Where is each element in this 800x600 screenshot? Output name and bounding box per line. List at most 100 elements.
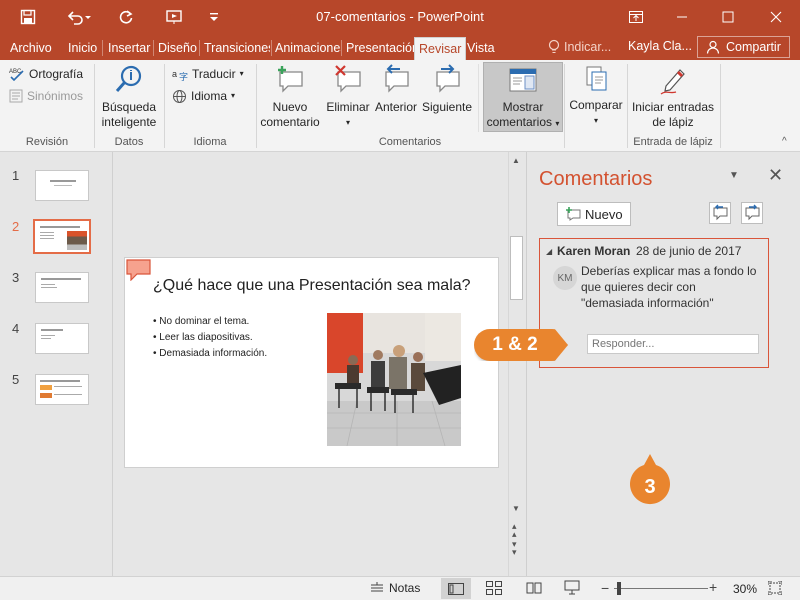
fit-to-window-icon	[767, 580, 783, 596]
zoom-slider-thumb[interactable]	[617, 582, 621, 595]
group-label-comments: Comentarios	[378, 136, 442, 148]
tab-view[interactable]: Vista	[463, 37, 499, 60]
tab-animations[interactable]: Animaciones	[271, 37, 341, 60]
next-comment-icon	[745, 204, 760, 221]
tab-slideshow[interactable]: Presentación	[342, 37, 414, 60]
fit-to-window-button[interactable]	[767, 580, 783, 598]
delete-dropdown-icon[interactable]: ▾	[324, 115, 372, 130]
thumbnail-number: 4	[12, 321, 20, 336]
svg-text:a: a	[172, 69, 177, 79]
tab-review[interactable]: Revisar	[414, 37, 467, 60]
slideshow-icon	[564, 580, 580, 595]
spelling-label: Ortografía	[29, 67, 84, 81]
slideshow-view-button[interactable]	[564, 580, 580, 599]
maximize-button[interactable]	[708, 0, 748, 34]
title-bar: 07-comentarios - PowerPoint	[0, 0, 800, 34]
slide-title[interactable]: ¿Qué hace que una Presentación sea mala?	[153, 277, 471, 295]
next-comment-icon	[436, 64, 460, 93]
collapse-thread-icon[interactable]: ◢	[546, 247, 552, 256]
smart-lookup-label-2: inteligente	[101, 115, 157, 129]
bullet-text: Demasiada información.	[159, 348, 268, 359]
previous-comment-label: Anterior	[374, 100, 418, 114]
reading-view-icon	[526, 582, 542, 594]
next-comment-label: Siguiente	[421, 100, 473, 114]
thumbnail-number: 3	[12, 270, 20, 285]
share-button[interactable]: Compartir	[697, 36, 790, 58]
thumbnail-number: 5	[12, 372, 20, 387]
pen-icon	[660, 69, 685, 95]
zoom-out-icon[interactable]: −	[601, 580, 609, 596]
user-name[interactable]: Kayla Cla...	[628, 39, 692, 53]
compare-dropdown-icon[interactable]: ▾	[566, 113, 626, 128]
translate-icon: a字	[172, 69, 188, 81]
tab-file[interactable]: Archivo	[6, 37, 56, 60]
comment-marker-icon[interactable]	[126, 259, 152, 281]
next-slide-icon[interactable]: ▾ ▾	[512, 540, 517, 557]
zoom-slider[interactable]	[614, 588, 708, 589]
pane-options-dropdown-icon[interactable]: ▼	[729, 170, 739, 181]
scroll-down-arrow-icon[interactable]: ▼	[512, 504, 520, 513]
globe-icon	[173, 89, 186, 103]
reading-view-button[interactable]	[526, 581, 542, 598]
ribbon-display-options-icon[interactable]	[616, 0, 656, 34]
next-comment-pane-button[interactable]	[741, 202, 763, 224]
comment-card[interactable]: ◢ Karen Moran 28 de junio de 2017 KM Deb…	[539, 238, 769, 368]
tell-me-label: Indicar...	[564, 40, 612, 54]
tab-design[interactable]: Diseño	[154, 37, 201, 60]
spelling-button[interactable]: ABC Ortografía	[9, 66, 83, 82]
slide-bullet: • Leer las diapositivas.	[153, 332, 253, 343]
delete-comment-button[interactable]: Eliminar ▾	[324, 64, 372, 130]
language-button[interactable]: Idioma ▾	[172, 88, 235, 104]
minimize-button[interactable]	[662, 0, 702, 34]
thesaurus-button[interactable]: Sinónimos	[9, 88, 83, 104]
tab-insert[interactable]: Insertar	[104, 37, 154, 60]
collapse-ribbon-icon[interactable]: ^	[782, 136, 787, 147]
slide-photo[interactable]	[327, 313, 461, 446]
slide-scrollbar[interactable]: ▲ ▼ ▴ ▴ ▾ ▾	[508, 152, 525, 576]
thesaurus-icon	[9, 89, 23, 103]
previous-slide-icon[interactable]: ▴ ▴	[512, 522, 517, 539]
slide-thumbnail-4[interactable]	[35, 323, 89, 354]
close-pane-icon[interactable]: ✕	[768, 165, 783, 186]
zoom-level[interactable]: 30%	[733, 582, 757, 596]
compare-button[interactable]: Comparar ▾	[566, 64, 626, 128]
previous-comment-pane-button[interactable]	[709, 202, 731, 224]
tab-home[interactable]: Inicio	[64, 37, 101, 60]
slide-sorter-button[interactable]	[486, 581, 502, 598]
avatar: KM	[553, 266, 577, 290]
slide-sorter-icon	[486, 581, 502, 595]
slide-thumbnail-2[interactable]	[33, 219, 91, 254]
bullet-text: Leer las diapositivas.	[159, 332, 253, 343]
scrollbar-thumb[interactable]	[510, 236, 523, 300]
smart-lookup-icon	[115, 65, 142, 92]
zoom-in-icon[interactable]: +	[709, 579, 717, 595]
scroll-up-arrow-icon[interactable]: ▲	[512, 156, 520, 165]
reply-input[interactable]	[587, 334, 759, 354]
translate-button[interactable]: a字 Traducir ▾	[172, 66, 244, 82]
comment-text[interactable]: Deberías explicar mas a fondo lo que qui…	[581, 263, 756, 311]
slide-bullets[interactable]: • No dominar el tema. • Leer las diaposi…	[153, 314, 267, 362]
current-slide[interactable]: ¿Qué hace que una Presentación sea mala?…	[124, 257, 499, 468]
compare-icon	[586, 66, 607, 91]
new-comment-pane-label: Nuevo	[585, 206, 623, 222]
show-comments-button[interactable]: Mostrar comentarios ▾	[483, 62, 563, 132]
close-button[interactable]	[756, 0, 796, 34]
smart-lookup-button[interactable]: Búsqueda inteligente	[98, 64, 160, 130]
slide-thumbnail-3[interactable]	[35, 272, 89, 303]
callout-badge-3: 3	[644, 476, 656, 498]
tell-me-box[interactable]: Indicar...	[548, 39, 611, 55]
slide-thumbnail-5[interactable]	[35, 374, 89, 405]
next-comment-button[interactable]: Siguiente	[420, 64, 474, 115]
tab-transitions[interactable]: Transiciones	[200, 37, 270, 60]
start-inking-button[interactable]: Iniciar entradas de lápiz	[630, 64, 716, 130]
notes-button[interactable]: Notas	[370, 581, 420, 595]
start-inking-label-2: de lápiz	[652, 115, 694, 129]
slide-bullet: • Demasiada información.	[153, 348, 268, 359]
normal-view-button[interactable]	[441, 578, 471, 599]
ribbon: ABC Ortografía Sinónimos Revisión Búsque…	[0, 60, 800, 152]
group-label-insights: Datos	[114, 136, 144, 148]
new-comment-pane-button[interactable]: Nuevo	[557, 202, 631, 226]
previous-comment-button[interactable]: Anterior	[373, 64, 419, 115]
new-comment-button[interactable]: Nuevo comentario	[258, 64, 322, 130]
slide-thumbnail-1[interactable]	[35, 170, 89, 201]
